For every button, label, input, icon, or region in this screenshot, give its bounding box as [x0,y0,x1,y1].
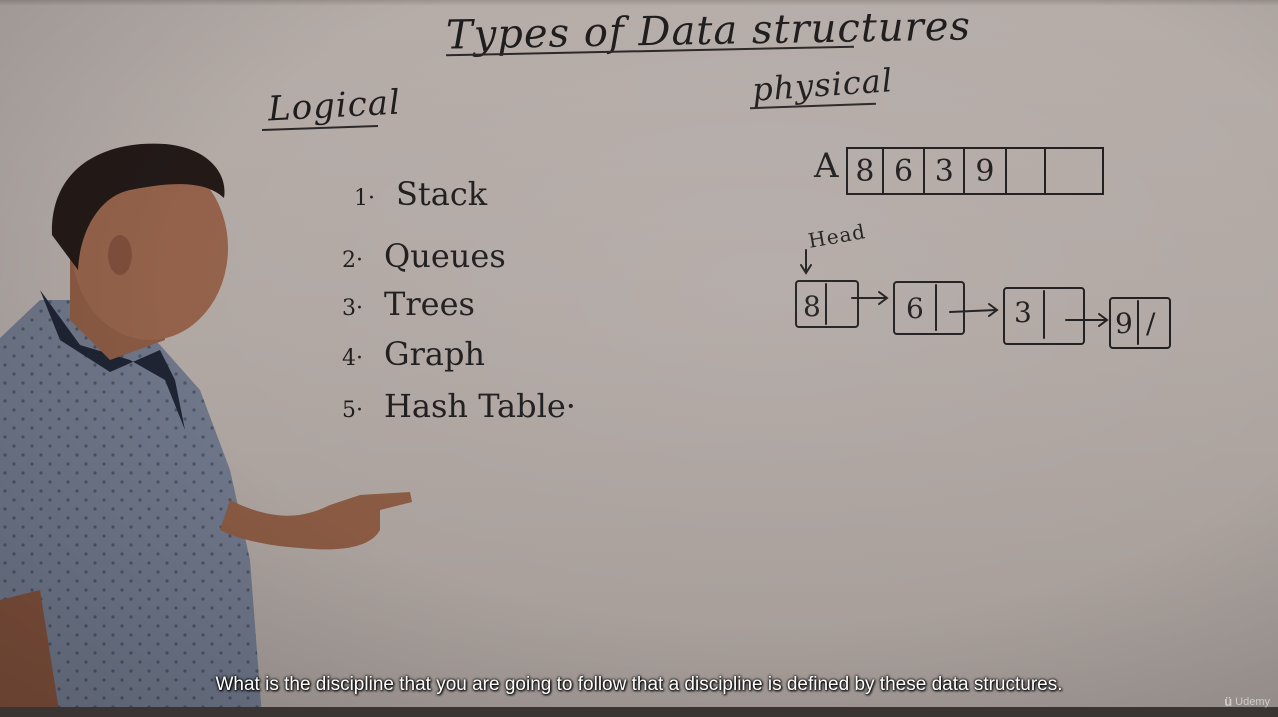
shirt [0,300,262,717]
array-cell [1046,149,1102,193]
head-label: Head [806,219,868,253]
list-item-label: Queues [384,237,506,275]
list-item: 4· Graph [342,335,485,373]
list-item-number: 4· [342,346,363,371]
list-item: 1· Stack [354,175,487,213]
node-box [1109,297,1171,349]
node-value: 9 [1115,307,1133,340]
array-cell [1007,149,1047,193]
shirt-collar [40,290,185,430]
node-box [893,281,965,335]
array-cell: 9 [965,149,1007,193]
node-terminator: / [1146,307,1156,340]
node-box [1003,287,1085,345]
pointing-arm [220,492,412,550]
neck [70,250,165,360]
list-item-number: 5· [342,398,363,423]
node-value: 6 [906,292,924,325]
array-cell: 8 [848,149,884,193]
sleeve [0,360,70,620]
head-arrow-tip [800,264,812,275]
link-arrow [949,309,997,313]
head [72,156,228,340]
array-label: A [814,146,840,186]
list-item: 2· Queues [342,237,506,275]
ear [108,235,132,275]
forearm [0,590,60,717]
lighting-vignette [0,0,1278,717]
udemy-watermark: ü Udemy [1224,694,1270,709]
frame-bottom-edge [0,707,1278,717]
list-item: 5· Hash Table· [342,387,576,425]
node-value: 8 [803,290,821,323]
subtitle-caption: What is the discipline that you are goin… [215,674,1063,695]
node-box [795,280,859,328]
presenter-figure [0,143,412,717]
list-item-number: 1· [354,186,375,211]
list-item-number: 2· [342,248,363,273]
linked-list-diagram: 8 6 3 9 / [795,249,1171,349]
logical-heading: Logical [267,82,402,130]
array-cell: 6 [884,149,926,193]
hair [51,143,225,270]
udemy-logo-icon: ü [1224,694,1233,709]
list-item-label: Graph [384,335,486,373]
physical-heading: physical [750,61,895,109]
list-item-label: Trees [384,285,475,323]
board-top-edge [0,0,1278,6]
array-cell: 3 [925,149,966,193]
list-item-label: Stack [396,175,488,213]
node-value: 3 [1014,296,1032,329]
list-item-label: Hash Table· [384,387,576,425]
video-frame: Types of Data structures Logical 1· Stack… [0,0,1278,717]
array-diagram: 8 6 3 9 [846,147,1104,195]
watermark-text: Udemy [1235,695,1270,708]
list-item-number: 3· [342,296,363,321]
list-item: 3· Trees [342,285,475,323]
